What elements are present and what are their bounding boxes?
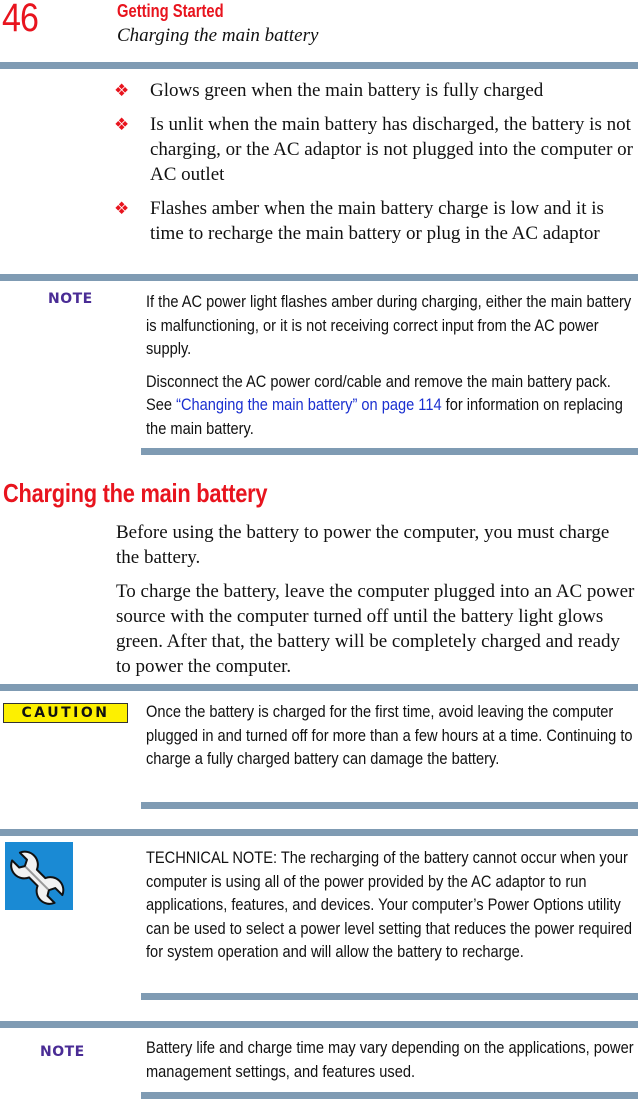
technical-note-content: TECHNICAL NOTE: The recharging of the ba… bbox=[146, 846, 638, 973]
wrench-icon-graphic bbox=[10, 850, 65, 905]
technical-note-top-divider bbox=[0, 829, 638, 836]
caution-content: Once the battery is charged for the firs… bbox=[146, 700, 638, 780]
note-text: Battery life and charge time may vary de… bbox=[146, 1038, 634, 1081]
page-number: 46 bbox=[2, 0, 39, 40]
diamond-bullet-icon: ❖ bbox=[114, 199, 130, 218]
bullet-text: Flashes amber when the main battery char… bbox=[150, 198, 604, 244]
body-paragraph: To charge the battery, leave the compute… bbox=[116, 581, 635, 677]
note-paragraph: If the AC power light flashes amber duri… bbox=[146, 292, 632, 358]
list-item: ❖ Is unlit when the main battery has dis… bbox=[114, 112, 638, 187]
note2-content: Battery life and charge time may vary de… bbox=[146, 1036, 638, 1092]
page-subtitle: Charging the main battery bbox=[117, 25, 319, 46]
caution-badge: CAUTION bbox=[3, 703, 128, 723]
caution-text: Once the battery is charged for the firs… bbox=[146, 702, 633, 768]
section-heading: Charging the main battery bbox=[3, 478, 268, 508]
note-paragraph: Disconnect the AC power cord/cable and r… bbox=[146, 370, 638, 441]
caution-top-divider bbox=[0, 684, 638, 691]
note-label: NOTE bbox=[40, 1044, 85, 1060]
note2-bottom-divider bbox=[141, 1092, 638, 1099]
section-body: Before using the battery to power the co… bbox=[116, 520, 636, 688]
wrench-icon bbox=[5, 842, 73, 910]
caution-bottom-divider bbox=[141, 802, 638, 809]
body-paragraph: Before using the battery to power the co… bbox=[116, 522, 610, 568]
note-bottom-divider bbox=[141, 448, 638, 455]
note2-top-divider bbox=[0, 1021, 638, 1028]
header-divider bbox=[0, 62, 638, 69]
chapter-title: Getting Started bbox=[117, 1, 224, 21]
note-content: If the AC power light flashes amber duri… bbox=[146, 290, 638, 449]
page-link[interactable]: “Changing the main battery” on page 114 bbox=[176, 395, 442, 414]
technical-note-bottom-divider bbox=[141, 993, 638, 1000]
battery-light-bullet-list: ❖ Glows green when the main battery is f… bbox=[114, 78, 638, 255]
diamond-bullet-icon: ❖ bbox=[114, 115, 130, 134]
note-top-divider bbox=[0, 274, 638, 281]
note-label: NOTE bbox=[48, 291, 93, 307]
bullet-text: Glows green when the main battery is ful… bbox=[150, 80, 544, 101]
bullet-text: Is unlit when the main battery has disch… bbox=[150, 114, 633, 185]
list-item: ❖ Flashes amber when the main battery ch… bbox=[114, 196, 638, 246]
technical-note-text: TECHNICAL NOTE: The recharging of the ba… bbox=[146, 848, 633, 961]
list-item: ❖ Glows green when the main battery is f… bbox=[114, 78, 638, 103]
diamond-bullet-icon: ❖ bbox=[114, 81, 130, 100]
